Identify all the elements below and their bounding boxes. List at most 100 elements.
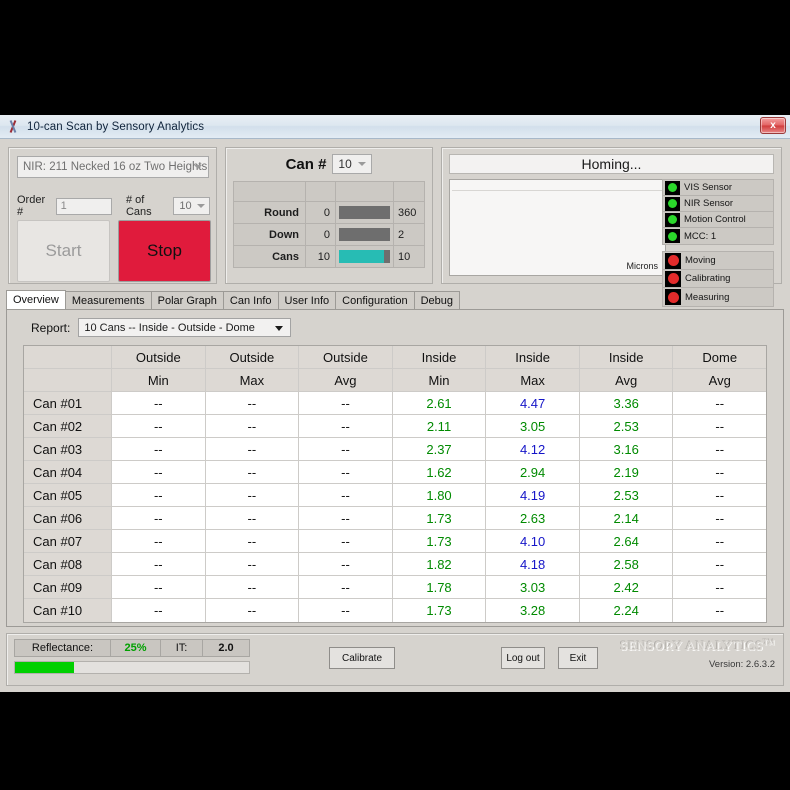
table-cell: -- bbox=[299, 530, 393, 553]
report-label: Report: bbox=[31, 320, 71, 335]
table-cell: -- bbox=[205, 484, 300, 507]
stop-button[interactable]: Stop bbox=[118, 220, 211, 282]
table-cell: 2.58 bbox=[579, 553, 674, 576]
reflectance-progress-bar bbox=[14, 661, 250, 674]
table-cell: 2.37 bbox=[392, 438, 487, 461]
table-cell: -- bbox=[205, 599, 300, 622]
table-row[interactable]: Can #02 -- -- -- 2.11 3.05 2.53 -- bbox=[24, 415, 767, 438]
status-led-icon bbox=[665, 212, 680, 227]
tab-can-info[interactable]: Can Info bbox=[222, 291, 279, 309]
start-button[interactable]: Start bbox=[17, 220, 110, 282]
status-led-row: Calibrating bbox=[663, 270, 773, 288]
table-cell: -- bbox=[112, 530, 206, 553]
table-row-header: Can #07 bbox=[24, 530, 112, 553]
progress-row-label: Down bbox=[234, 224, 306, 245]
progress-row-label: Round bbox=[234, 202, 306, 223]
status-led-row: Moving bbox=[663, 252, 773, 270]
can-progress-table: Round 0 360 Down 0 2 Cans 10 10 bbox=[233, 181, 425, 268]
table-cell: -- bbox=[112, 392, 206, 415]
table-header-cell: Avg bbox=[579, 369, 674, 392]
table-cell: -- bbox=[673, 438, 767, 461]
status-led-label: Calibrating bbox=[685, 273, 731, 284]
table-row[interactable]: Can #03 -- -- -- 2.37 4.12 3.16 -- bbox=[24, 438, 767, 461]
table-cell: -- bbox=[112, 415, 206, 438]
table-cell: -- bbox=[205, 530, 300, 553]
report-selector-row: Report: 10 Cans -- Inside - Outside - Do… bbox=[31, 318, 773, 337]
table-row[interactable]: Can #05 -- -- -- 1.80 4.19 2.53 -- bbox=[24, 484, 767, 507]
table-cell: 2.42 bbox=[579, 576, 674, 599]
it-label: IT: bbox=[161, 640, 203, 656]
table-cell: 3.03 bbox=[486, 576, 580, 599]
table-cell: 1.73 bbox=[392, 530, 487, 553]
order-input[interactable]: 1 bbox=[55, 197, 112, 215]
title-bar: 10-can Scan by Sensory Analytics x bbox=[0, 115, 790, 139]
table-cell: -- bbox=[112, 507, 206, 530]
reflectance-progress-fill bbox=[15, 662, 74, 673]
reflectance-value: 25% bbox=[111, 640, 161, 656]
tab-user-info[interactable]: User Info bbox=[277, 291, 337, 309]
can-number-label: Can # bbox=[285, 155, 327, 173]
application-window: 10-can Scan by Sensory Analytics x NIR: … bbox=[0, 115, 790, 692]
table-cell: 4.10 bbox=[486, 530, 580, 553]
table-cell: -- bbox=[205, 461, 300, 484]
progress-row-bar bbox=[336, 224, 394, 245]
report-select[interactable]: 10 Cans -- Inside - Outside - Dome bbox=[78, 318, 292, 337]
table-row[interactable]: Can #09 -- -- -- 1.78 3.03 2.42 -- bbox=[24, 576, 767, 599]
table-cell: -- bbox=[299, 415, 393, 438]
tab-overview[interactable]: Overview bbox=[6, 290, 66, 309]
table-cell: 4.12 bbox=[486, 438, 580, 461]
table-row-header: Can #04 bbox=[24, 461, 112, 484]
table-cell: 2.53 bbox=[579, 415, 674, 438]
graph-plot-area: Microns bbox=[452, 190, 664, 274]
chevron-down-icon bbox=[275, 325, 284, 331]
table-row[interactable]: Can #07 -- -- -- 1.73 4.10 2.64 -- bbox=[24, 530, 767, 553]
tab-polar-graph[interactable]: Polar Graph bbox=[150, 291, 224, 309]
table-cell: -- bbox=[205, 392, 300, 415]
product-select-value: NIR: 211 Necked 16 oz Two Heights C bbox=[23, 161, 209, 173]
table-cell: -- bbox=[112, 438, 206, 461]
table-group-header-row: Outside Outside Outside Inside Inside Inside D… bbox=[24, 346, 767, 369]
measurement-table: Outside Outside Outside Inside Inside Inside D… bbox=[23, 345, 767, 623]
table-cell: 2.64 bbox=[579, 530, 674, 553]
table-row[interactable]: Can #06 -- -- -- 1.73 2.63 2.14 -- bbox=[24, 507, 767, 530]
calibrate-button[interactable]: Calibrate bbox=[329, 647, 395, 669]
table-cell: -- bbox=[673, 392, 767, 415]
table-cell: -- bbox=[205, 553, 300, 576]
table-cell: -- bbox=[299, 599, 393, 622]
logout-button[interactable]: Log out bbox=[501, 647, 545, 669]
tab-debug[interactable]: Debug bbox=[413, 291, 461, 309]
product-select[interactable]: NIR: 211 Necked 16 oz Two Heights C bbox=[17, 156, 209, 178]
status-led-icon bbox=[665, 229, 680, 243]
table-row[interactable]: Can #08 -- -- -- 1.82 4.18 2.58 -- bbox=[24, 553, 767, 576]
cans-select[interactable]: 10 bbox=[173, 197, 211, 215]
can-progress-panel: Can # 10 Round 0 360 Down 0 2 Cans 10 10 bbox=[225, 147, 433, 284]
version-label: Version: 2.6.3.2 bbox=[708, 659, 775, 670]
table-row-header: Can #01 bbox=[24, 392, 112, 415]
table-header-cell: Avg bbox=[299, 369, 393, 392]
can-number-select[interactable]: 10 bbox=[332, 154, 373, 174]
status-led-row: VIS Sensor bbox=[663, 180, 773, 196]
table-cell: 1.78 bbox=[392, 576, 487, 599]
table-header-cell: Min bbox=[392, 369, 487, 392]
brand-logo: SENSORY ANALYTICSTM Version: 2.6.3.2 bbox=[620, 638, 775, 670]
table-cell: 4.18 bbox=[486, 553, 580, 576]
exit-button[interactable]: Exit bbox=[558, 647, 598, 669]
table-cell: -- bbox=[299, 507, 393, 530]
tab-measurements[interactable]: Measurements bbox=[64, 291, 152, 309]
progress-row-value: 10 bbox=[306, 246, 336, 267]
table-cell: -- bbox=[673, 415, 767, 438]
table-cell: 2.94 bbox=[486, 461, 580, 484]
close-icon[interactable]: x bbox=[760, 117, 786, 134]
table-row[interactable]: Can #01 -- -- -- 2.61 4.47 3.36 -- bbox=[24, 392, 767, 415]
status-bar: Reflectance: 25% IT: 2.0 Calibrate Log o… bbox=[6, 633, 784, 686]
graph-units-label: Microns bbox=[626, 261, 658, 271]
tab-configuration[interactable]: Configuration bbox=[335, 291, 415, 309]
table-row[interactable]: Can #04 -- -- -- 1.62 2.94 2.19 -- bbox=[24, 461, 767, 484]
table-cell: 2.24 bbox=[579, 599, 674, 622]
table-cell: -- bbox=[299, 484, 393, 507]
table-cell: -- bbox=[112, 461, 206, 484]
table-cell: -- bbox=[205, 576, 300, 599]
table-cell: -- bbox=[205, 507, 300, 530]
table-row[interactable]: Can #10 -- -- -- 1.73 3.28 2.24 -- bbox=[24, 599, 767, 622]
status-led-icon bbox=[665, 270, 681, 287]
